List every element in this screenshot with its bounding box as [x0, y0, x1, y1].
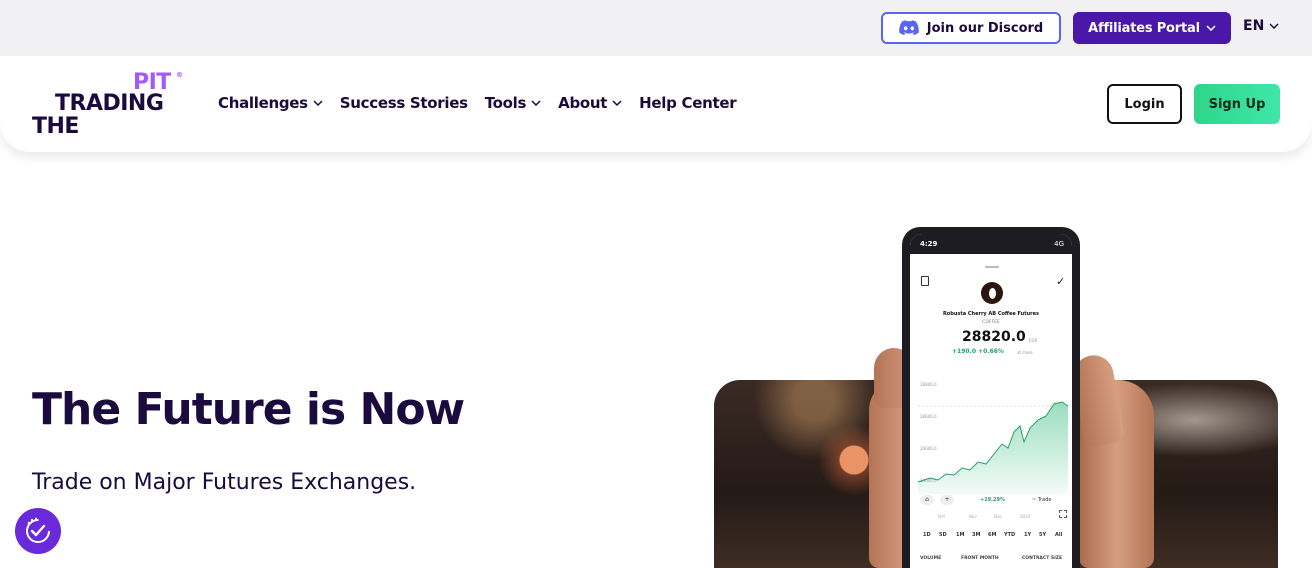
range-1m[interactable]: 1M — [956, 532, 964, 538]
nav-item-help-center[interactable]: Help Center — [639, 94, 736, 112]
signup-button[interactable]: Sign Up — [1194, 84, 1280, 124]
nav-item-success-stories[interactable]: Success Stories — [340, 94, 468, 112]
phone-screen: 4:29 4G ✓ Robusta Cherry AB Coffee Futur… — [910, 234, 1072, 568]
contract-code: COFFEE — [982, 320, 1000, 325]
nav-item-challenges[interactable]: Challenges — [218, 94, 323, 112]
nav-label: Challenges — [218, 94, 308, 112]
period-change: +19.29% — [980, 497, 1006, 503]
stat-volume: VOLUME — [920, 556, 942, 561]
range-6m[interactable]: 6M — [988, 532, 996, 538]
hero-title: The Future is Now — [32, 384, 465, 435]
fullscreen-icon[interactable] — [1059, 510, 1067, 518]
chevron-down-icon — [1206, 25, 1216, 31]
range-ytd[interactable]: YTD — [1004, 532, 1015, 538]
coffee-bean-icon — [981, 282, 1003, 304]
range-5d[interactable]: 5D — [939, 532, 947, 538]
chevron-down-icon — [612, 100, 622, 106]
check-icon: ✓ — [1056, 275, 1066, 288]
range-3m[interactable]: 3M — [972, 532, 980, 538]
main-nav: Challenges Success Stories Tools About H… — [218, 94, 737, 112]
phone-network: 4G — [1054, 240, 1064, 248]
month-label: Oct — [938, 514, 945, 519]
range-5y[interactable]: 5Y — [1039, 532, 1046, 538]
trade-button[interactable]: ~ Trade — [1032, 497, 1051, 503]
nav-label: About — [558, 94, 608, 112]
range-1y[interactable]: 1Y — [1024, 532, 1031, 538]
nav-label: Success Stories — [339, 94, 468, 112]
logo-the: THE — [32, 114, 79, 139]
language-selector[interactable]: EN — [1243, 18, 1279, 34]
chevron-down-icon — [531, 100, 541, 106]
chevron-down-icon — [313, 100, 323, 106]
discord-icon — [898, 20, 919, 36]
phone-time: 4:29 — [920, 240, 938, 248]
stat-front-month: FRONT MONTH — [961, 556, 999, 561]
price-line-chart — [917, 401, 1069, 494]
price-unit: EUR — [1029, 338, 1038, 343]
accessibility-icon — [26, 517, 50, 543]
top-utility-bar: Join our Discord Affiliates Portal EN — [0, 0, 1312, 56]
main-header: PIT ® TRADING THE Challenges Success Sto… — [0, 56, 1312, 152]
chevron-down-icon — [1269, 23, 1279, 29]
range-1d[interactable]: 1D — [923, 532, 931, 538]
login-button[interactable]: Login — [1107, 84, 1182, 124]
affiliates-portal-button[interactable]: Affiliates Portal — [1073, 12, 1231, 44]
language-label: EN — [1243, 18, 1265, 34]
stat-contract-size: CONTRACT SIZE — [1022, 556, 1063, 561]
contract-price: 28820.0 — [962, 329, 1026, 345]
nav-label: Tools — [484, 94, 527, 112]
phone-mockup: 4:29 4G ✓ Robusta Cherry AB Coffee Futur… — [902, 227, 1080, 568]
logo-registered-mark: ® — [176, 71, 183, 79]
logo-trading: TRADING — [55, 91, 164, 116]
month-label: Nov — [969, 514, 977, 519]
range-all[interactable]: All — [1055, 532, 1062, 538]
nav-label: Help Center — [639, 94, 737, 112]
month-label: 2024 — [1020, 514, 1031, 519]
nav-item-about[interactable]: About — [558, 94, 622, 112]
accessibility-button[interactable] — [15, 508, 61, 554]
contract-name: Robusta Cherry AB Coffee Futures — [942, 311, 1040, 317]
add-button[interactable]: + — [940, 495, 954, 505]
sheet-grip — [985, 266, 999, 268]
phone-status-bar: 4:29 4G — [910, 234, 1072, 254]
alert-button[interactable]: ⌂ — [920, 495, 934, 505]
price-change: +190.0 +0.66% — [952, 348, 1004, 355]
nav-item-tools[interactable]: Tools — [485, 94, 541, 112]
affiliates-label: Affiliates Portal — [1088, 20, 1200, 36]
share-icon — [921, 276, 929, 286]
trade-label: Trade — [1037, 497, 1052, 503]
month-label: Dec — [994, 514, 1002, 519]
price-change-note: at close — [1017, 350, 1033, 355]
discord-label: Join our Discord — [926, 20, 1044, 36]
site-logo[interactable]: PIT ® TRADING THE — [32, 70, 187, 140]
join-discord-button[interactable]: Join our Discord — [881, 12, 1061, 44]
hero-subtitle: Trade on Major Futures Exchanges. — [32, 470, 417, 495]
